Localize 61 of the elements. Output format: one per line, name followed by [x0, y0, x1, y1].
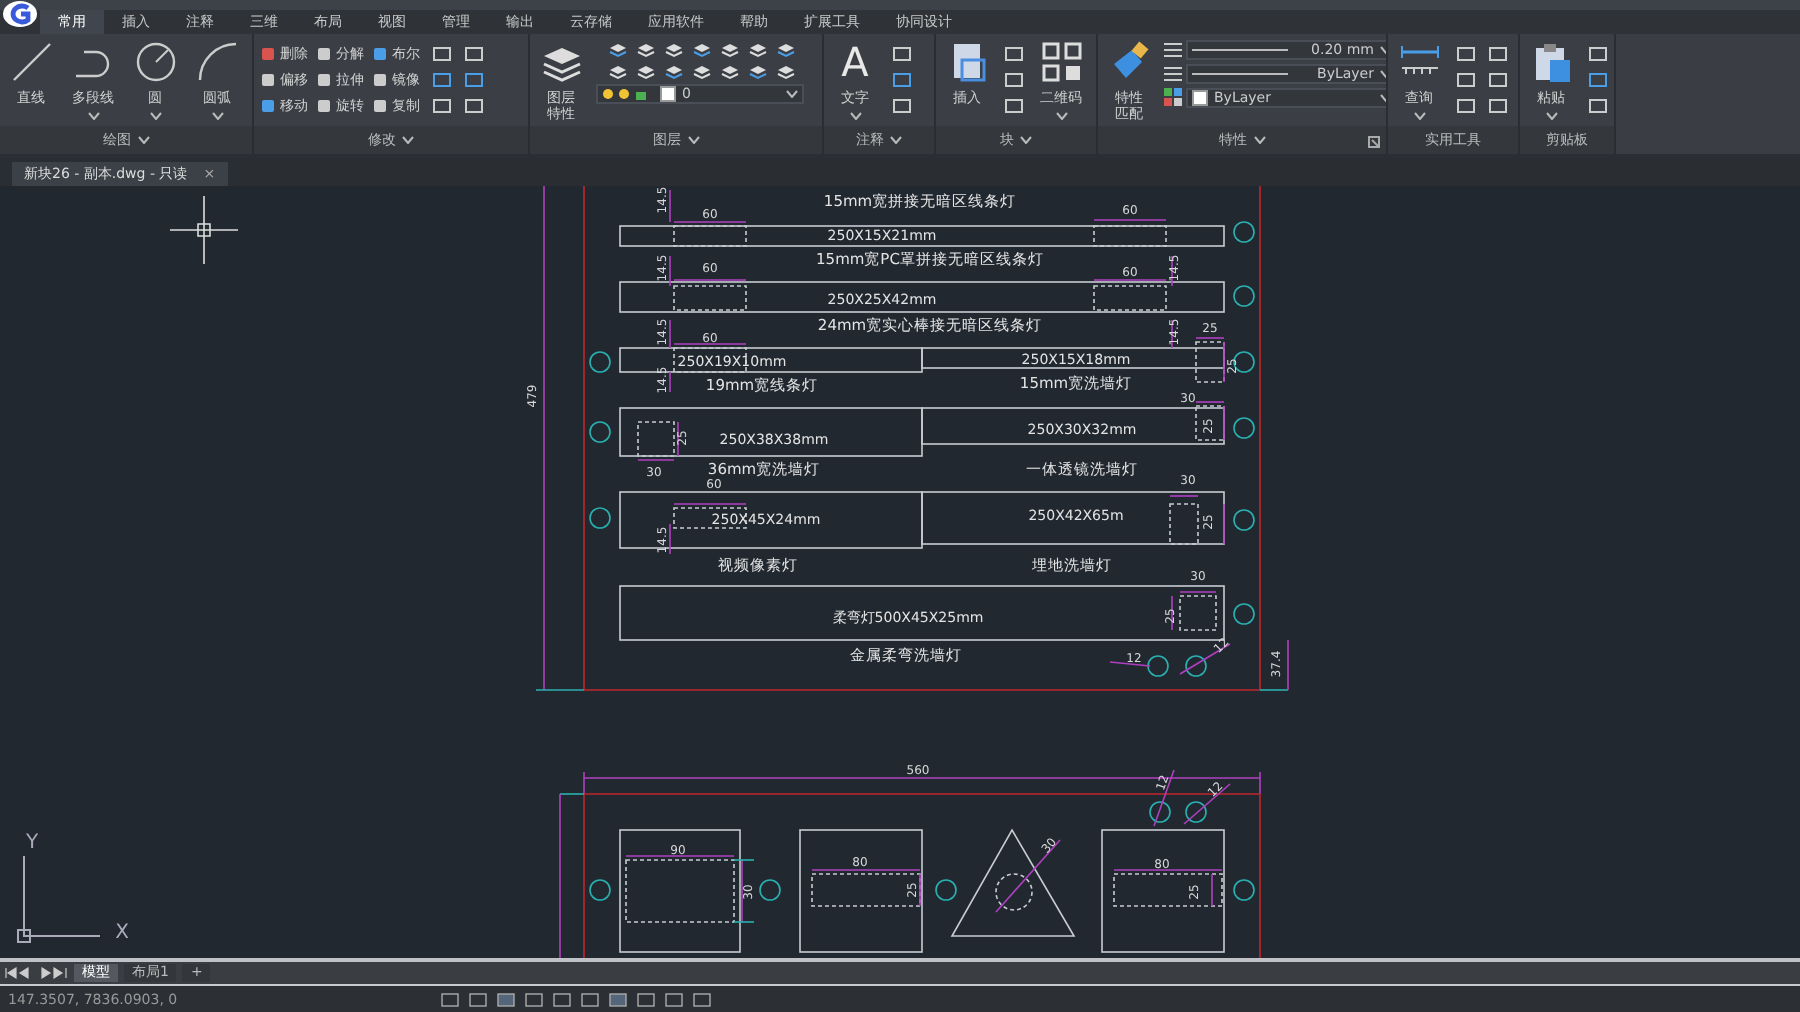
- lines-icon: [1164, 64, 1182, 83]
- tool-icon[interactable]: [1454, 69, 1478, 90]
- layer-tool-icon[interactable]: [664, 39, 684, 58]
- caret-icon[interactable]: [1253, 135, 1265, 144]
- tool-icon[interactable]: [1486, 43, 1510, 64]
- tab-navigation-icons[interactable]: [4, 966, 68, 981]
- layer-tool-icon[interactable]: [692, 39, 712, 58]
- tool-icon[interactable]: [1002, 69, 1026, 90]
- layer-tool-icon[interactable]: [748, 61, 768, 80]
- layer-tool-icon[interactable]: [720, 61, 740, 80]
- layer-tool-icon[interactable]: [776, 61, 796, 80]
- tool-icon[interactable]: [1586, 95, 1610, 116]
- tool-icon[interactable]: [462, 95, 486, 116]
- tool-icon[interactable]: [1486, 69, 1510, 90]
- tool-icon[interactable]: [1586, 69, 1610, 90]
- color-grid-icon: [1164, 88, 1182, 107]
- caret-icon[interactable]: [402, 135, 414, 144]
- tool-icon[interactable]: [462, 43, 486, 64]
- layer-tool-icon[interactable]: [692, 61, 712, 80]
- tool-icon[interactable]: [1002, 95, 1026, 116]
- tool-icon[interactable]: [890, 43, 914, 64]
- line-sample-icon: [1192, 45, 1288, 54]
- circle-icon: [135, 42, 175, 82]
- caret-icon[interactable]: [890, 135, 902, 144]
- caret-icon[interactable]: [1020, 135, 1032, 144]
- square-swatch-icon: [1192, 89, 1208, 106]
- layer-tool-icon[interactable]: [720, 39, 740, 58]
- line-sample-icon: [1192, 69, 1288, 78]
- qr-code-icon: [1039, 39, 1083, 84]
- crosshair-cursor-icon: [169, 194, 239, 265]
- tool-icon[interactable]: [890, 95, 914, 116]
- tool-icon[interactable]: [890, 69, 914, 90]
- tool-icon[interactable]: [1002, 43, 1026, 64]
- tool-icon[interactable]: [430, 43, 454, 64]
- layer-tool-icon[interactable]: [608, 39, 628, 58]
- tool-icon[interactable]: [430, 95, 454, 116]
- square-swatch-icon: [660, 85, 676, 102]
- caret-icon[interactable]: [687, 135, 699, 144]
- polyline-icon: [75, 50, 109, 78]
- line-icon: [12, 43, 50, 81]
- layer-tool-icon[interactable]: [636, 61, 656, 80]
- layer-tool-icon[interactable]: [664, 61, 684, 80]
- ucs-axes-icon: [17, 854, 101, 943]
- x-axis-label: X: [115, 921, 129, 944]
- dialog-launcher-icon[interactable]: [1368, 135, 1380, 148]
- tool-icon[interactable]: [462, 69, 486, 90]
- caret-icon: [786, 89, 798, 98]
- layer-tool-icon[interactable]: [608, 61, 628, 80]
- lines-icon: [1164, 40, 1182, 59]
- tool-icon[interactable]: [1454, 43, 1478, 64]
- layer-tool-icon[interactable]: [776, 39, 796, 58]
- tool-icon[interactable]: [430, 69, 454, 90]
- caret-icon[interactable]: [137, 135, 149, 144]
- y-axis-label: Y: [25, 831, 39, 854]
- tool-icon[interactable]: [1486, 95, 1510, 116]
- layer-tool-icon[interactable]: [636, 39, 656, 58]
- tool-icon[interactable]: [1454, 95, 1478, 116]
- arc-icon: [197, 42, 236, 81]
- layer-tool-icon[interactable]: [748, 39, 768, 58]
- text-tool-icon: A: [841, 39, 869, 84]
- tool-icon[interactable]: [1586, 43, 1610, 64]
